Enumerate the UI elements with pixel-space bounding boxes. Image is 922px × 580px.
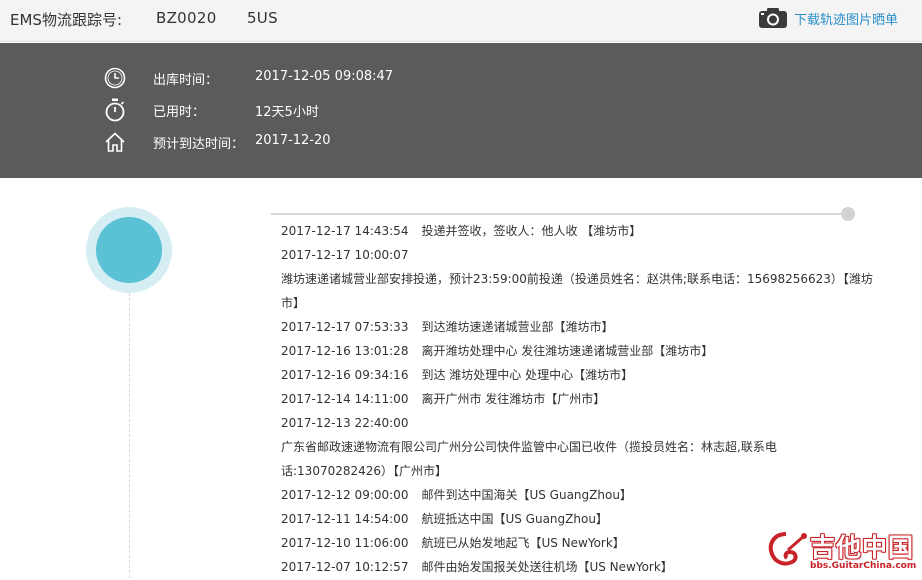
event-description: 航班抵达中国【US GuangZhou】 [421,512,608,526]
event-time: 2017-12-16 09:34:16 [281,368,409,382]
info-value: 12天5小时 [255,105,319,120]
watermark-url: bbs.GuitarChina.com [810,561,917,571]
event-description: 投递并签收，签收人：他人收 【潍坊市】 [421,224,642,238]
timeline-marker [86,207,172,293]
tracking-event: 2017-12-14 14:11:00 离开广州市 发往潍坊市【广州市】 [281,387,881,411]
event-time: 2017-12-13 22:40:00 [281,416,409,430]
info-row-eta: 预计到达时间： 2017-12-20 [103,129,331,155]
tracking-event: 广东省邮政速递物流有限公司广州分公司快件监管中心国已收件（揽投员姓名：林志超,联… [281,435,781,483]
tracking-event: 2017-12-16 09:34:16 到达 潍坊处理中心 处理中心【潍坊市】 [281,363,881,387]
tracking-event: 2017-12-13 22:40:00 [281,411,881,435]
stopwatch-icon [103,98,127,122]
header-bar: EMS物流跟踪号: BZ0020 5US 下载轨迹图片晒单 [0,0,922,42]
event-time: 2017-12-17 10:00:07 [281,248,409,262]
event-time: 2017-12-10 11:06:00 [281,536,409,550]
event-description: 到达 潍坊处理中心 处理中心【潍坊市】 [421,368,634,382]
tracking-event-list: 2017-12-17 14:43:54 投递并签收，签收人：他人收 【潍坊市】 2… [281,219,881,579]
clock-icon [103,66,127,90]
event-description: 航班已从始发地起飞【US NewYork】 [421,536,625,550]
event-description: 潍坊速递诸城营业部安排投递，预计23:59:00前投递（投递员姓名：赵洪伟;联系… [281,272,873,310]
info-label: 出库时间： [153,73,219,88]
event-description: 离开广州市 发往潍坊市【广州市】 [421,392,606,406]
event-description: 广东省邮政速递物流有限公司广州分公司快件监管中心国已收件（揽投员姓名：林志超,联… [281,440,777,478]
site-watermark: 吉他中国 bbs.GuitarChina.com [766,528,916,576]
info-row-shipped-time: 出库时间： 2017-12-05 09:08:47 [103,65,393,91]
event-description: 到达潍坊速递诸城营业部【潍坊市】 [421,320,614,334]
event-time: 2017-12-17 07:53:33 [281,320,409,334]
download-track-image-label: 下载轨迹图片晒单 [793,12,898,28]
event-time: 2017-12-11 14:54:00 [281,512,409,526]
home-icon [103,130,127,154]
info-value: 2017-12-05 09:08:47 [255,69,394,84]
camera-icon [758,7,788,29]
info-label: 预计到达时间： [153,137,245,152]
info-row-elapsed-time: 已用时： 12天5小时 [103,97,319,123]
tracking-label: EMS物流跟踪号: [10,11,122,29]
tracking-event: 2017-12-16 13:01:28 离开潍坊处理中心 发往潍坊速递诸城营业部【… [281,339,881,363]
event-description: 邮件由始发国报关处送往机场【US NewYork】 [421,560,673,574]
event-description: 邮件到达中国海关【US GuangZhou】 [421,488,632,502]
tracking-number: BZ0020 5US [156,9,278,27]
event-time: 2017-12-17 14:43:54 [281,224,409,238]
timeline-marker-dot [96,217,162,283]
guitar-logo-icon [766,530,808,574]
tracking-event: 2017-12-17 10:00:07 [281,243,881,267]
shipment-info-panel: 出库时间： 2017-12-05 09:08:47 已用时： 12天5小时 预计… [0,43,922,178]
tracking-event: 2017-12-17 07:53:33 到达潍坊速递诸城营业部【潍坊市】 [281,315,881,339]
info-value: 2017-12-20 [255,133,331,148]
event-time: 2017-12-16 13:01:28 [281,344,409,358]
event-time: 2017-12-14 14:11:00 [281,392,409,406]
tracking-event: 2017-12-12 09:00:00 邮件到达中国海关【US GuangZhou… [281,483,881,507]
event-time: 2017-12-07 10:12:57 [281,560,409,574]
download-track-image-button[interactable]: 下载轨迹图片晒单 [758,6,898,30]
tracking-event: 潍坊速递诸城营业部安排投递，预计23:59:00前投递（投递员姓名：赵洪伟;联系… [281,267,881,315]
info-label: 已用时： [153,105,206,120]
timeline-divider [271,213,849,215]
tracking-event: 2017-12-17 14:43:54 投递并签收，签收人：他人收 【潍坊市】 [281,219,881,243]
event-description: 离开潍坊处理中心 发往潍坊速递诸城营业部【潍坊市】 [421,344,714,358]
timeline-vertical-line [129,293,130,580]
event-time: 2017-12-12 09:00:00 [281,488,409,502]
watermark-title: 吉他中国 [810,533,915,562]
